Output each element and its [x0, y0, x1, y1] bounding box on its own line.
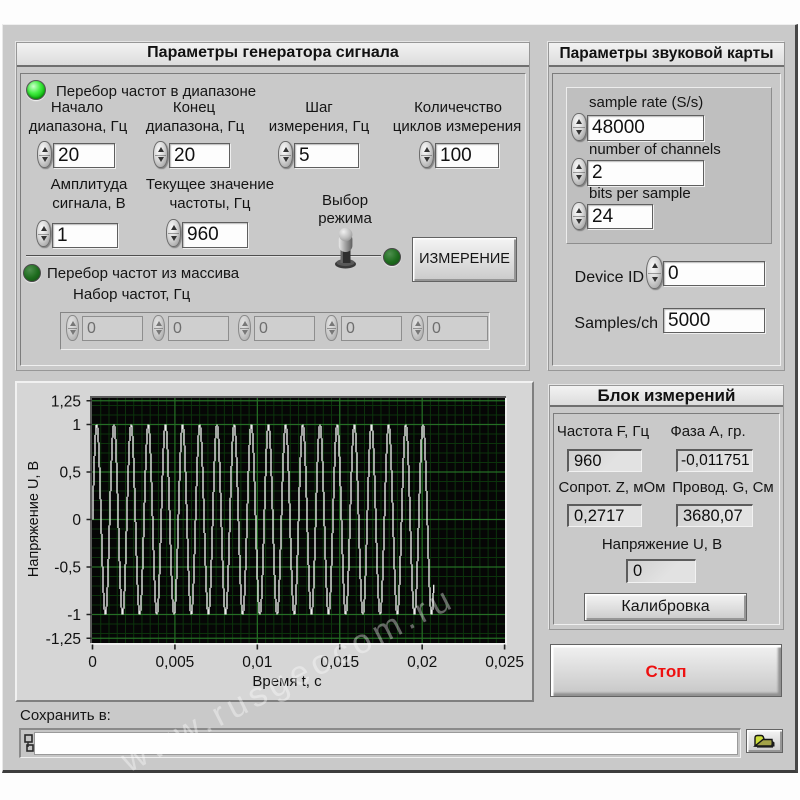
svg-text:0,5: 0,5: [59, 465, 81, 482]
svg-text:-0,5: -0,5: [54, 560, 81, 577]
svg-text:1: 1: [72, 417, 81, 434]
svg-text:Напряжение U, В: Напряжение U, В: [26, 461, 42, 577]
svg-text:-1: -1: [67, 607, 81, 624]
svg-text:0: 0: [72, 512, 81, 529]
svg-text:0,02: 0,02: [407, 654, 437, 671]
svg-text:-1,25: -1,25: [46, 631, 81, 648]
svg-text:1,25: 1,25: [51, 393, 81, 410]
svg-text:0,005: 0,005: [156, 654, 195, 671]
svg-text:0: 0: [88, 654, 97, 671]
svg-text:0,025: 0,025: [485, 654, 524, 671]
